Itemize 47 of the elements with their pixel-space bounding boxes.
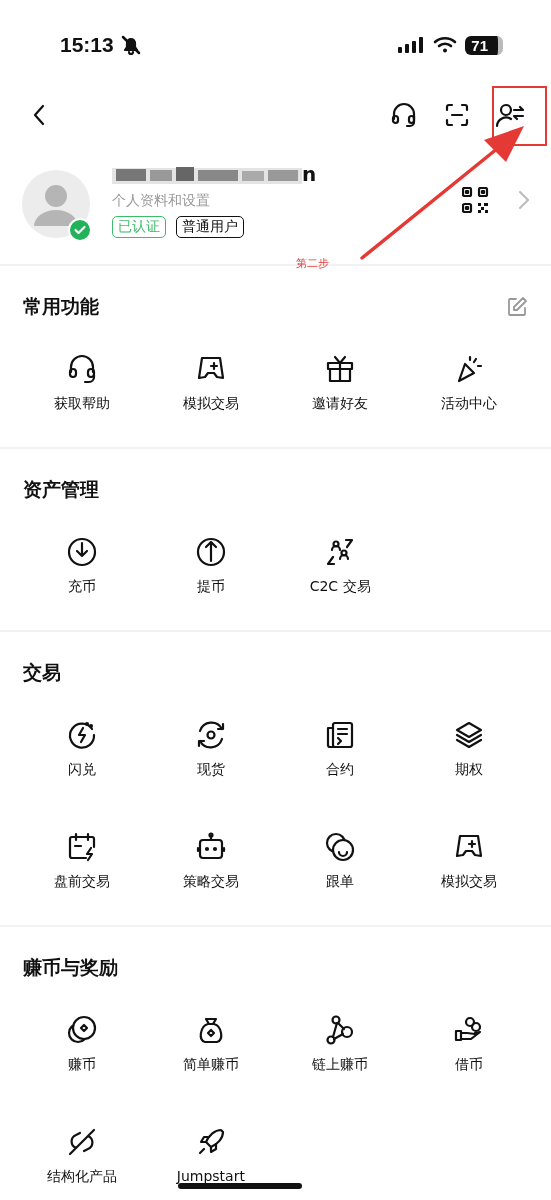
section-title: 交易: [23, 660, 61, 685]
shortcut-item[interactable]: 期权: [404, 719, 534, 779]
annotation-label: 第二步: [296, 256, 329, 271]
signal-icon: [397, 36, 426, 54]
shortcut-item[interactable]: 简单赚币: [146, 1014, 276, 1074]
profile-subtitle: 个人资料和设置: [112, 192, 211, 210]
user-level-tag: 普通用户: [176, 216, 244, 238]
shortcut-item[interactable]: 合约: [275, 719, 405, 779]
overlapping-circles-icon: [324, 831, 357, 863]
shortcut-item[interactable]: 提币: [146, 536, 276, 596]
avatar: [22, 170, 90, 238]
download-icon: [65, 536, 98, 568]
shortcut-item[interactable]: 活动中心: [404, 353, 534, 413]
shortcut-item[interactable]: 链上赚币: [275, 1014, 405, 1074]
shortcut-item[interactable]: Jumpstart: [146, 1126, 276, 1186]
upload-icon: [194, 536, 227, 568]
section-title: 资产管理: [23, 477, 99, 502]
section-title: 常用功能: [23, 294, 99, 319]
email-text: n: [302, 162, 317, 186]
shortcut-item[interactable]: 借币: [404, 1014, 534, 1074]
verified-tag: 已认证: [112, 216, 166, 238]
verified-check-icon: [68, 218, 92, 242]
scan-icon[interactable]: [444, 102, 470, 128]
shortcut-item[interactable]: C2C 交易: [275, 536, 405, 596]
wifi-icon: [433, 36, 458, 54]
muted-bell-icon: [119, 34, 142, 56]
headset-icon[interactable]: [390, 101, 418, 129]
edit-icon[interactable]: [506, 296, 528, 318]
shortcut-item[interactable]: 策略交易: [146, 831, 276, 891]
shortcut-item[interactable]: 跟单: [275, 831, 405, 891]
shortcut-item[interactable]: 现货: [146, 719, 276, 779]
shortcut-item[interactable]: 结构化产品: [17, 1126, 147, 1186]
shortcut-item[interactable]: 模拟交易: [404, 831, 534, 891]
switch-account-icon[interactable]: [496, 102, 526, 128]
shortcut-item[interactable]: 闪兑: [17, 719, 147, 779]
coins-icon: [65, 1014, 98, 1046]
shortcut-item[interactable]: 充币: [17, 536, 147, 596]
section-title: 赚币与奖励: [23, 955, 118, 980]
qr-code-icon[interactable]: [462, 186, 489, 214]
battery-level: 71: [465, 35, 503, 55]
shortcut-item[interactable]: 获取帮助: [17, 353, 147, 413]
shortcut-item[interactable]: 邀请好友: [275, 353, 405, 413]
shortcut-item[interactable]: 盘前交易: [17, 831, 147, 891]
shortcut-item[interactable]: 赚币: [17, 1014, 147, 1074]
shortcut-item[interactable]: 模拟交易: [146, 353, 276, 413]
back-icon[interactable]: [32, 104, 46, 126]
clock-time: 15:13: [60, 33, 114, 57]
